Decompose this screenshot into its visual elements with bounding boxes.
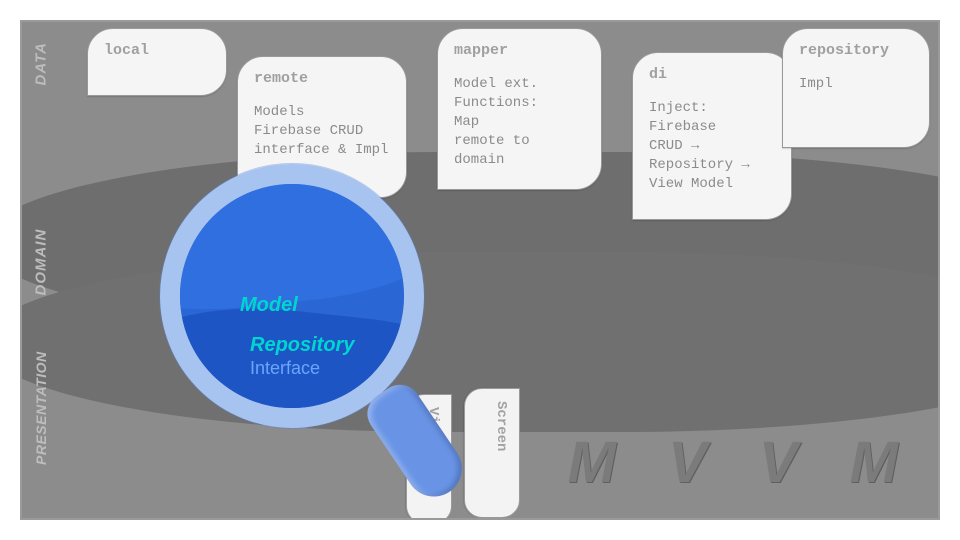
card-title: remote — [254, 69, 390, 89]
architecture-diagram: DATA DOMAIN PRESENTATION local remote Mo… — [20, 20, 940, 520]
card-mapper: mapper Model ext. Functions: Map remote … — [437, 28, 602, 190]
tab-view: View — [406, 394, 452, 520]
card-body: Impl — [799, 76, 833, 92]
tab-label: View — [425, 407, 441, 441]
mvvm-watermark: M V V M — [568, 429, 916, 496]
card-remote: remote Models Firebase CRUD interface & … — [237, 56, 407, 198]
card-body: Inject: Firebase CRUD → Repository → Vie… — [649, 100, 750, 192]
card-repository: repository Impl — [782, 28, 930, 148]
tab-label: Screen — [493, 401, 509, 451]
layer-label-domain: DOMAIN — [33, 266, 50, 296]
card-body: Models Firebase CRUD interface & Impl — [254, 104, 388, 158]
card-title: di — [649, 65, 775, 85]
card-local: local — [87, 28, 227, 96]
card-body: Model ext. Functions: Map remote to doma… — [454, 76, 538, 168]
tab-screen: Screen — [464, 388, 520, 518]
card-title: local — [104, 41, 210, 61]
layer-label-data: DATA — [33, 56, 50, 86]
layer-label-presentation: PRESENTATION — [33, 435, 49, 465]
card-di: di Inject: Firebase CRUD → Repository → … — [632, 52, 792, 220]
card-title: mapper — [454, 41, 585, 61]
card-title: repository — [799, 41, 913, 61]
